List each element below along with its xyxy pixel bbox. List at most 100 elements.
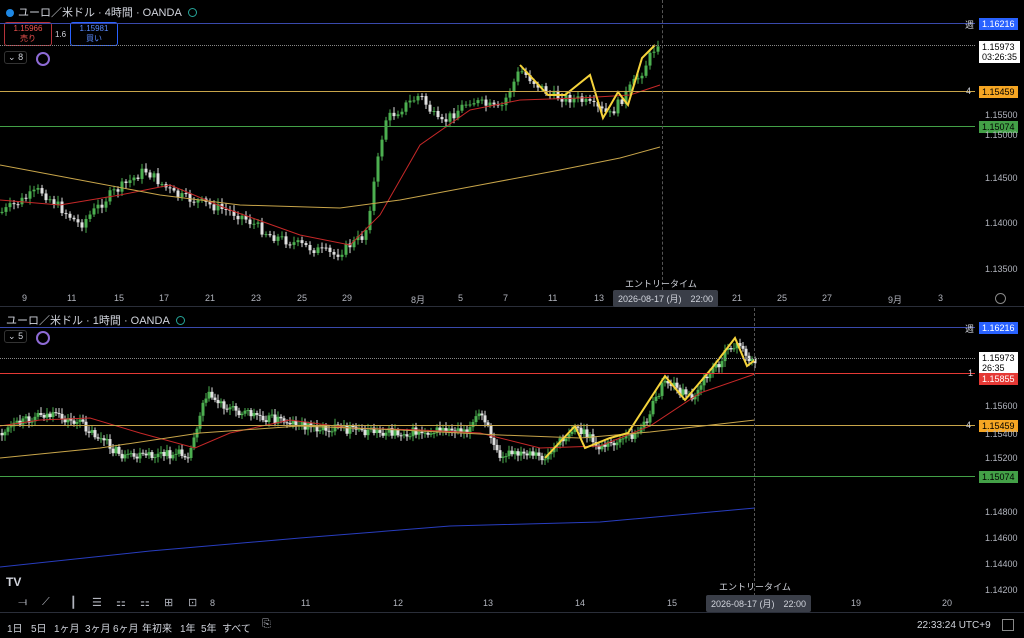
buy-label: 買い [86,34,102,43]
candle-body [120,453,124,459]
candle-body [123,454,127,459]
candle-body [0,433,4,436]
candle-body [579,427,583,435]
x-tick: 11 [67,293,77,303]
candle-body [332,252,336,255]
timeframe-button[interactable]: 年初来 [142,620,172,635]
y-tick: 1.14400 [985,559,1018,569]
channel-tool-icon[interactable]: ⚏ [116,596,126,609]
x-tick: 14 [575,598,586,608]
chevron-down-icon: ⌄ [8,52,16,62]
candle-body [424,96,428,105]
symbol-title[interactable]: ユーロ／米ドル · 4時間 · OANDA [6,4,197,20]
candle-body [57,413,61,415]
timeframe-button[interactable]: 5日 [31,620,47,635]
candle-body [180,193,184,198]
zigzag-line [519,44,656,121]
candle-body [48,199,52,201]
candle-body [580,96,584,102]
candle-body [93,430,97,438]
timeframe-button[interactable]: 3ヶ月 [85,620,111,635]
fullscreen-icon[interactable] [1002,619,1014,631]
x-tick: 8月 [411,295,426,305]
rectangle-tool-icon[interactable]: ⊞ [164,596,173,609]
candle-body [528,451,532,456]
candle-body [405,434,409,437]
candle-body [147,452,151,456]
candle-body [168,187,172,189]
trend-line-tool-icon[interactable]: ⟋ [42,596,50,609]
x-tick: 21 [732,293,743,303]
buy-price: 1.15981 [79,24,109,33]
candle-body [656,46,660,52]
candle-body [87,431,91,433]
candle-body [492,102,496,105]
candle-body [176,190,180,198]
candle-body [652,51,656,53]
x-tick: 20 [942,598,953,608]
candle-body [156,173,160,185]
frame-tool-icon[interactable]: ⊡ [188,596,197,609]
timeframe-button[interactable]: すべて [222,620,251,635]
candle-body [432,432,436,434]
chart-pane-4h[interactable]: ユーロ／米ドル · 4時間 · OANDA 1.15966 売り 1.6 1.15… [0,0,1024,307]
candle-body [138,452,142,459]
candle-body [116,189,120,192]
candle-body [648,414,652,423]
level-1-tag: 1 [968,368,974,378]
fib-tool-icon[interactable]: ☰ [92,596,102,609]
buy-button[interactable]: 1.15981 買い [70,22,118,46]
candle-body [411,427,415,437]
tradingview-logo[interactable]: TV [6,575,21,589]
indicator-settings-icon[interactable] [36,331,50,345]
candle-body [8,203,12,208]
candle-body [591,434,595,443]
symbol-title[interactable]: ユーロ／米ドル · 1時間 · OANDA [6,312,185,328]
candle-body [72,420,76,424]
level-4-line [0,425,975,426]
clock-timezone[interactable]: 22:33:24 UTC+9 [917,620,991,631]
candle-body [504,456,508,458]
date-range-icon[interactable]: ⎘ [262,618,271,631]
sell-button[interactable]: 1.15966 売り [4,22,52,46]
timeframe-button[interactable]: 1年 [180,620,196,635]
indicators-toggle[interactable]: ⌄ 8 [4,51,28,64]
candle-body [240,215,244,220]
candle-body [279,416,283,419]
candle-body [612,443,616,446]
candle-body [621,438,625,440]
horizontal-line-tool-icon[interactable]: ⟞ [18,596,27,609]
timeframe-button[interactable]: 5年 [201,620,217,635]
pitchfork-tool-icon[interactable]: ⚏ [140,596,150,609]
x-tick: 25 [297,293,308,303]
candlestick-chart-4h[interactable] [0,0,975,290]
candle-body [300,240,304,244]
x-tick: 17 [159,293,170,303]
vertical-line-tool-icon[interactable]: ┃ [70,596,77,609]
timeframe-button[interactable]: 1ヶ月 [54,620,80,635]
eur-flag-icon [6,9,14,17]
candle-body [150,452,154,458]
x-tick: 9月 [888,295,903,305]
x-tick: 27 [822,293,833,303]
candle-body [162,452,166,457]
timeframe-button[interactable]: 1日 [7,620,23,635]
candle-body [216,399,220,404]
indicators-toggle[interactable]: ⌄ 5 [4,330,28,343]
timeframe-button[interactable]: 6ヶ月 [113,620,139,635]
settings-gear-icon[interactable] [995,293,1006,304]
indicator-settings-icon[interactable] [36,52,50,66]
candle-body [384,120,388,140]
current-price-line [0,45,975,47]
candle-body [720,361,724,368]
candle-body [189,447,193,458]
candle-body [393,430,397,436]
candle-body [21,418,25,425]
candle-body [540,455,544,461]
candle-body [516,71,520,82]
weekly-level-tag: 週 [965,324,975,334]
candle-body [168,450,172,459]
candlestick-chart-1h[interactable] [0,308,975,596]
chart-pane-1h[interactable]: ユーロ／米ドル · 1時間 · OANDA ⌄ 5 週 1.16216 1.15… [0,308,1024,612]
candle-body [180,449,184,456]
